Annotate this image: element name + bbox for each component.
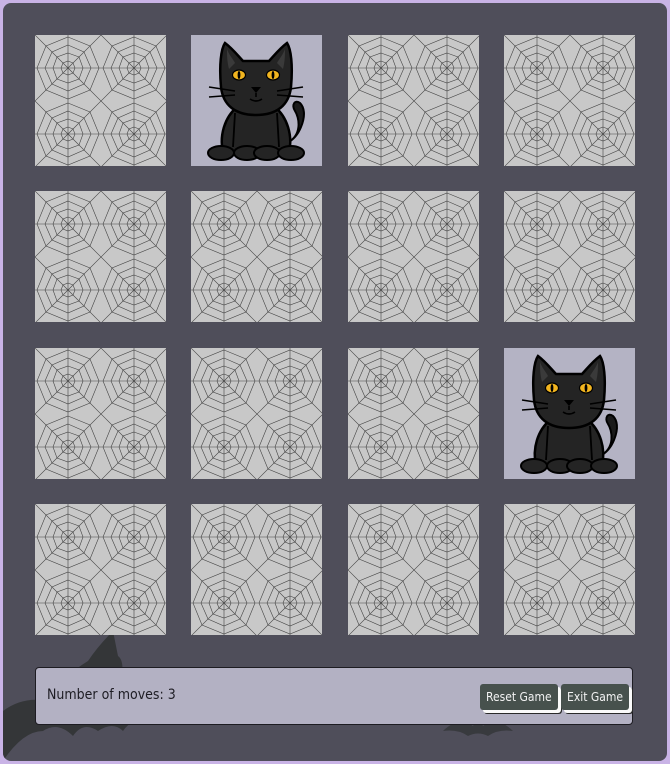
spiderweb-card-back [35,347,166,479]
card-face-down[interactable] [191,503,323,635]
card-face-down[interactable] [503,503,635,635]
card-face-down[interactable] [347,191,479,323]
spiderweb-card-back [347,35,479,166]
spiderweb-card-back [191,347,323,479]
spiderweb-card-back [347,347,479,479]
spiderweb-card-back [347,503,479,635]
card-grid [35,35,635,635]
card-face-down[interactable] [191,347,323,479]
card-face-down[interactable] [503,191,635,323]
reset-game-button[interactable]: Reset Game [480,684,558,710]
card-face-down[interactable] [35,35,166,166]
spiderweb-card-back [503,35,635,166]
spiderweb-card-back [191,503,323,635]
card-face-down[interactable] [191,191,323,323]
card-face-down[interactable] [35,347,166,479]
card-face-down[interactable] [35,191,166,323]
card-face-down[interactable] [347,347,479,479]
spiderweb-card-back [35,503,166,635]
card-face-down[interactable] [35,503,166,635]
moves-counter: Number of moves: 3 [47,687,176,703]
spiderweb-card-back [35,35,166,166]
exit-game-button[interactable]: Exit Game [561,684,630,710]
spiderweb-card-back [191,191,323,323]
card-face-up[interactable] [503,347,635,479]
card-face-down[interactable] [347,35,479,166]
spiderweb-card-back [35,191,166,323]
black-cat-icon [191,35,323,166]
card-face-down[interactable] [347,503,479,635]
card-face-down[interactable] [503,35,635,166]
game-board: Number of moves: 3 Reset Game Exit Game [3,3,667,761]
spiderweb-card-back [503,191,635,323]
spiderweb-card-back [503,503,635,635]
spiderweb-card-back [347,191,479,323]
black-cat-icon [503,347,635,479]
card-face-up[interactable] [191,35,323,166]
status-bar: Number of moves: 3 Reset Game Exit Game [35,667,633,725]
